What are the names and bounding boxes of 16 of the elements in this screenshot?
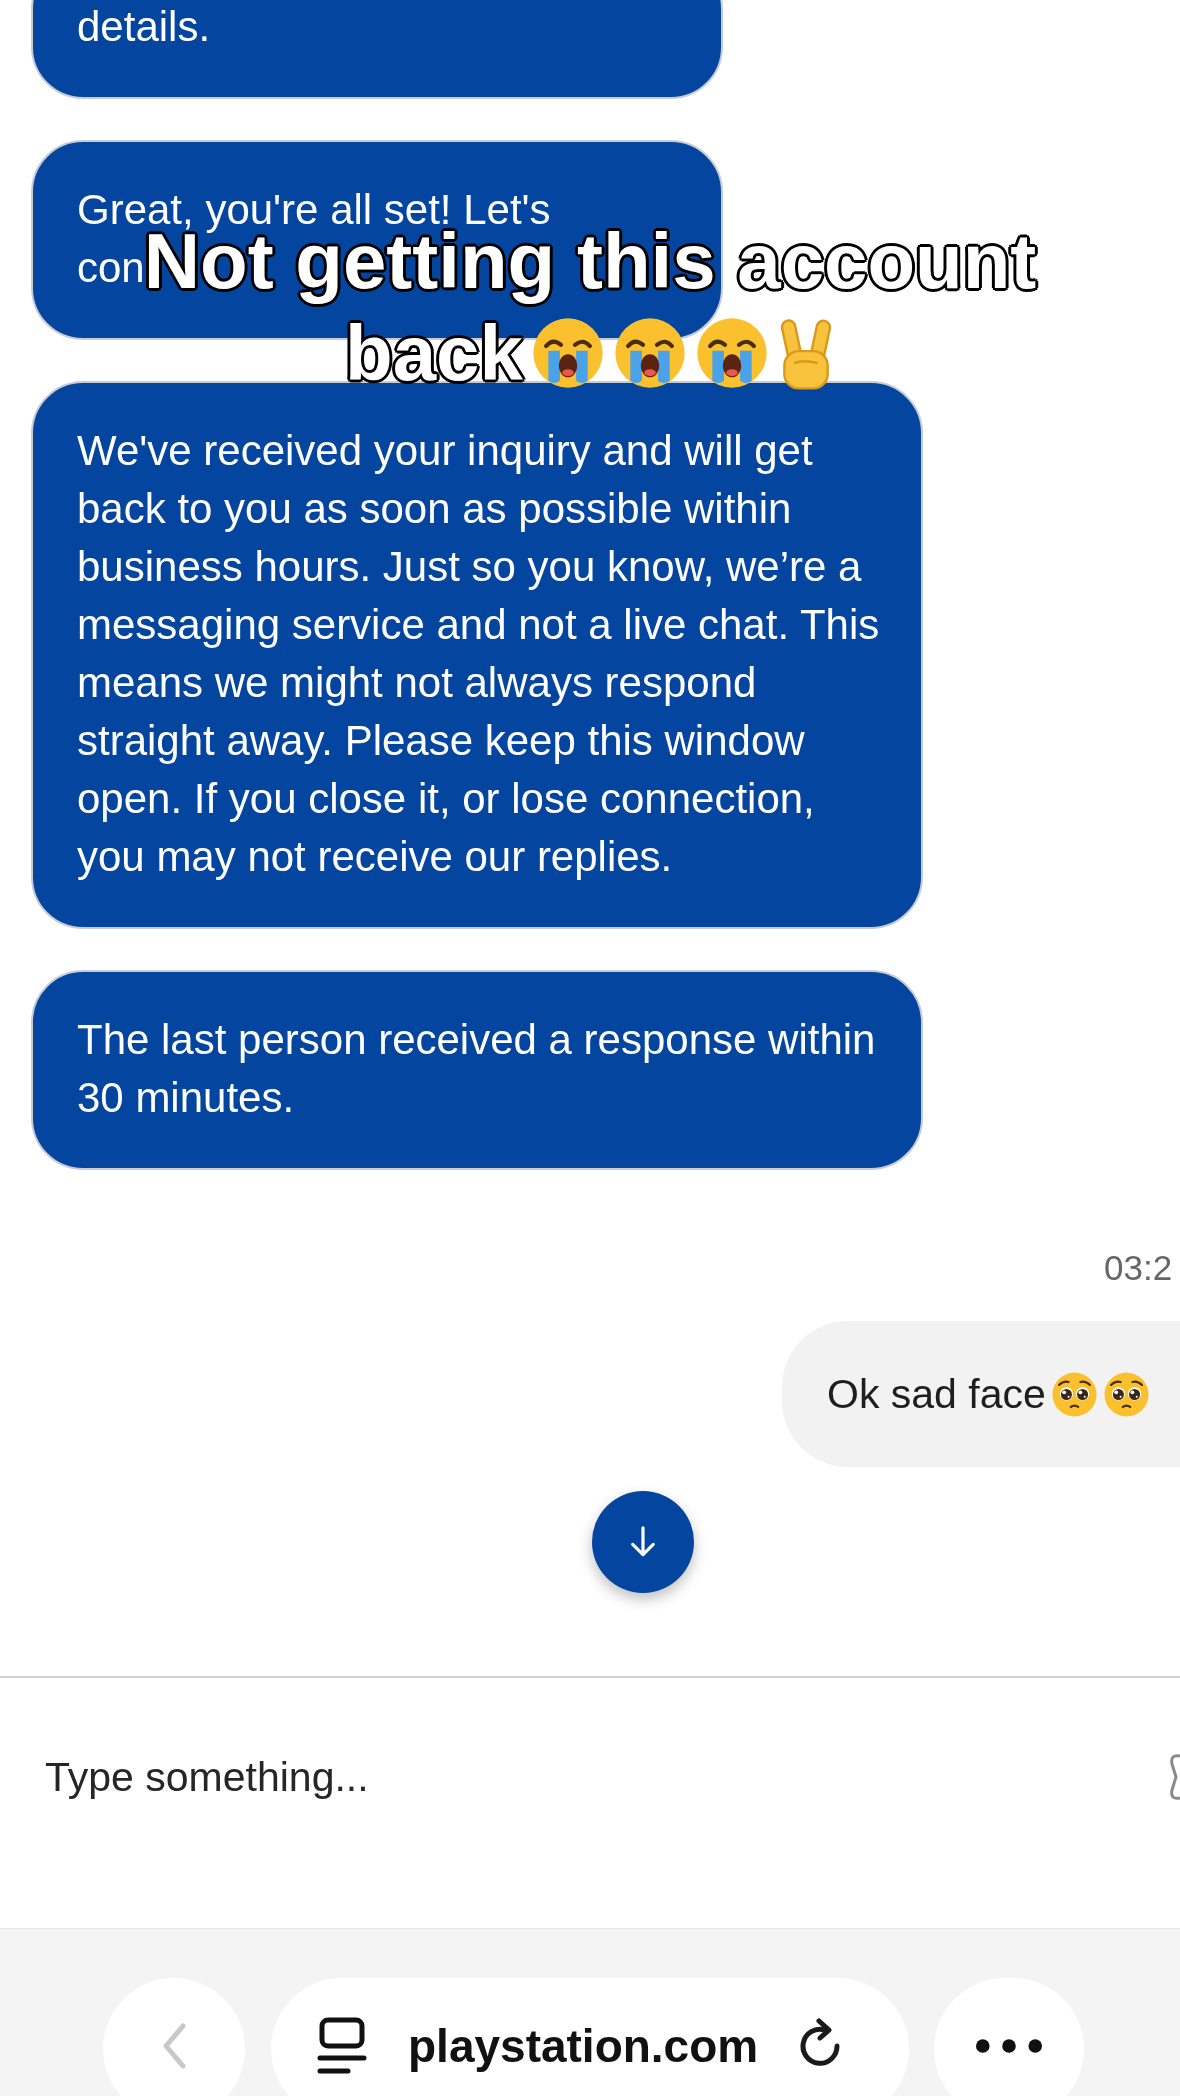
timestamp: 03:2	[1104, 1247, 1173, 1289]
pleading-face-icon	[1102, 1370, 1150, 1418]
url-text: playstation.com	[408, 2019, 759, 2073]
crying-face-icon	[694, 316, 769, 390]
message-text: Ok sad face	[827, 1370, 1046, 1419]
message-bubble: The last person received a response within 30 minutes.	[31, 970, 923, 1170]
crying-face-icon	[612, 316, 687, 390]
scroll-down-button[interactable]	[592, 1491, 694, 1593]
pleading-face-icon	[1050, 1370, 1098, 1418]
send-icon[interactable]	[1168, 1754, 1180, 1800]
address-bar[interactable]: playstation.com	[271, 1978, 909, 2096]
crying-face-icon	[530, 316, 605, 390]
page-icon	[317, 2017, 367, 2075]
more-icon	[975, 2038, 1043, 2054]
message-bubble: details.	[31, 0, 723, 99]
message-input[interactable]: Type something...	[45, 1747, 1168, 1807]
